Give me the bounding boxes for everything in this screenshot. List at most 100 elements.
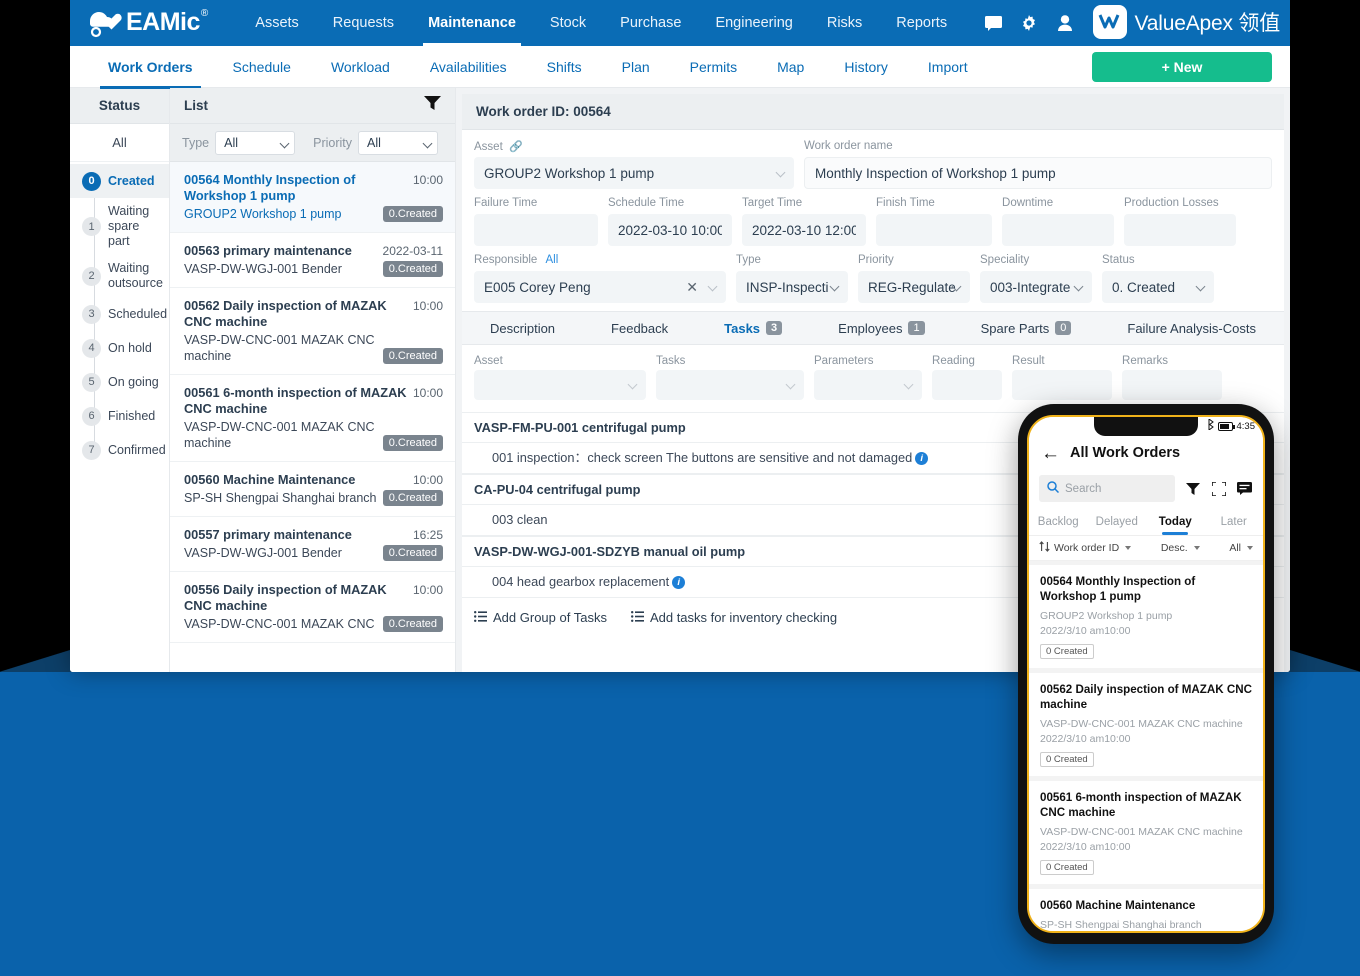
message-icon[interactable] <box>1236 480 1253 497</box>
status-item-finished[interactable]: 6 Finished <box>70 399 169 433</box>
list-item[interactable]: 00562 Daily inspection of MAZAK CNC mach… <box>1029 673 1263 776</box>
external-link-icon[interactable]: 🔗 <box>509 141 523 153</box>
nav-stock[interactable]: Stock <box>533 0 603 46</box>
phone-sort-direction[interactable]: Desc. <box>1161 542 1188 554</box>
user-icon[interactable] <box>1056 14 1074 32</box>
nav-assets[interactable]: Assets <box>238 0 316 46</box>
list-item[interactable]: 00564 Monthly Inspection of Workshop 1 p… <box>170 162 456 233</box>
status-filter-all[interactable]: All <box>70 124 169 162</box>
phone-work-order-list[interactable]: 00564 Monthly Inspection of Workshop 1 p… <box>1029 561 1263 931</box>
status-item-scheduled[interactable]: 3 Scheduled <box>70 297 169 331</box>
work-order-title: 00560 Machine Maintenance <box>184 472 356 487</box>
add-group-of-tasks-button[interactable]: Add Group of Tasks <box>474 610 607 625</box>
finish-time-input[interactable] <box>876 214 993 246</box>
chevron-down-icon[interactable] <box>1125 546 1132 550</box>
subnav-history[interactable]: History <box>824 46 908 88</box>
task-filter-tasks-select[interactable] <box>656 370 805 400</box>
work-order-name-input[interactable] <box>804 157 1272 189</box>
phone-tab-backlog[interactable]: Backlog <box>1029 510 1088 535</box>
subnav-map[interactable]: Map <box>757 46 824 88</box>
status-item-on-going[interactable]: 5 On going <box>70 365 169 399</box>
status-item-waiting-spare-part[interactable]: 1 Waiting spare part <box>70 198 169 255</box>
target-time-input[interactable] <box>742 214 867 246</box>
clear-icon[interactable]: ✕ <box>686 279 698 296</box>
priority-select[interactable] <box>858 271 971 303</box>
tab-tasks[interactable]: Tasks 3 <box>696 311 810 345</box>
status-item-on-hold[interactable]: 4 On hold <box>70 331 169 365</box>
phone-tab-later[interactable]: Later <box>1205 510 1264 535</box>
tab-spare-parts[interactable]: Spare Parts 0 <box>953 311 1100 345</box>
info-icon[interactable]: i <box>672 576 686 590</box>
list-item[interactable]: 00564 Monthly Inspection of Workshop 1 p… <box>1029 565 1263 668</box>
list-item[interactable]: 00562 Daily inspection of MAZAK CNC mach… <box>170 288 456 375</box>
phone-sort-field[interactable]: Work order ID <box>1054 542 1119 554</box>
task-filter-remarks: Remarks <box>1122 355 1223 400</box>
gear-icon[interactable] <box>1020 14 1038 32</box>
chevron-down-icon[interactable] <box>1193 546 1200 550</box>
task-filter-parameters-select[interactable] <box>814 370 923 400</box>
phone-tab-delayed[interactable]: Delayed <box>1088 510 1147 535</box>
subnav-schedule[interactable]: Schedule <box>213 46 311 88</box>
nav-maintenance[interactable]: Maintenance <box>411 0 533 46</box>
phone-tab-today[interactable]: Today <box>1146 510 1205 535</box>
chevron-down-icon[interactable] <box>1247 546 1254 550</box>
nav-purchase[interactable]: Purchase <box>603 0 698 46</box>
status-badge: 0.Created <box>382 490 444 506</box>
nav-risks[interactable]: Risks <box>810 0 879 46</box>
work-order-title: 00557 primary maintenance <box>184 527 352 542</box>
chat-icon[interactable] <box>984 14 1002 32</box>
status-select[interactable] <box>1102 271 1215 303</box>
downtime-input[interactable] <box>1002 214 1115 246</box>
work-order-scroll-area[interactable]: 00564 Monthly Inspection of Workshop 1 p… <box>170 162 456 672</box>
status-item-created[interactable]: 0 Created <box>70 164 169 198</box>
eamic-logo[interactable]: EAMic ® <box>84 8 208 38</box>
subnav-shifts[interactable]: Shifts <box>527 46 602 88</box>
tab-employees[interactable]: Employees 1 <box>810 311 952 345</box>
list-item[interactable]: 00561 6-month inspection of MAZAK CNC ma… <box>170 375 456 462</box>
task-filter-reading-input[interactable] <box>932 370 1003 400</box>
nav-reports[interactable]: Reports <box>879 0 964 46</box>
list-item[interactable]: 00560 Machine Maintenance SP-SH Shengpai… <box>1029 889 1263 931</box>
responsible-all-link[interactable]: All <box>546 254 559 266</box>
priority-filter-select[interactable]: All <box>358 130 439 155</box>
phone-search-input[interactable]: Search <box>1039 475 1175 502</box>
nav-requests[interactable]: Requests <box>316 0 411 46</box>
status-item-waiting-outsource[interactable]: 2 Waiting outsource <box>70 255 169 297</box>
speciality-select[interactable] <box>980 271 1093 303</box>
task-filter-remarks-input[interactable] <box>1122 370 1223 400</box>
list-item[interactable]: 00557 primary maintenance 16:25 VASP-DW-… <box>170 517 456 572</box>
info-icon[interactable]: i <box>915 452 929 466</box>
work-order-title: 00562 Daily inspection of MAZAK CNC mach… <box>184 298 387 329</box>
tab-description[interactable]: Description <box>462 311 583 345</box>
subnav-import[interactable]: Import <box>908 46 988 88</box>
back-arrow-icon[interactable]: ← <box>1041 444 1060 463</box>
subnav-plan[interactable]: Plan <box>602 46 670 88</box>
task-filter-result-input[interactable] <box>1012 370 1113 400</box>
task-filter-asset-select[interactable] <box>474 370 647 400</box>
subnav-work-orders[interactable]: Work Orders <box>88 46 213 89</box>
status-item-confirmed[interactable]: 7 Confirmed <box>70 433 169 467</box>
schedule-time-input[interactable] <box>608 214 733 246</box>
tab-feedback[interactable]: Feedback <box>583 311 696 345</box>
production-losses-input[interactable] <box>1124 214 1237 246</box>
failure-time-input[interactable] <box>474 214 599 246</box>
tab-failure-analysis-costs[interactable]: Failure Analysis-Costs <box>1099 311 1284 345</box>
list-item[interactable]: 00560 Machine Maintenance 10:00 SP-SH Sh… <box>170 462 456 517</box>
list-item[interactable]: 00563 primary maintenance 2022-03-11 VAS… <box>170 233 456 288</box>
add-tasks-inventory-checking-button[interactable]: Add tasks for inventory checking <box>630 610 837 625</box>
type-filter-select[interactable]: All <box>215 130 296 155</box>
asset-input[interactable] <box>474 157 795 189</box>
type-select[interactable] <box>736 271 849 303</box>
list-item[interactable]: 00556 Daily inspection of MAZAK CNC mach… <box>170 572 456 643</box>
scan-icon[interactable] <box>1210 480 1227 497</box>
filter-icon[interactable] <box>424 96 442 115</box>
subnav-availabilities[interactable]: Availabilities <box>410 46 527 88</box>
nav-engineering[interactable]: Engineering <box>698 0 809 46</box>
list-item[interactable]: 00561 6-month inspection of MAZAK CNC ma… <box>1029 781 1263 884</box>
filter-icon[interactable] <box>1184 480 1201 497</box>
subnav-workload[interactable]: Workload <box>311 46 410 88</box>
phone-sort-bar: Work order ID Desc. All <box>1029 536 1263 561</box>
phone-sort-filter[interactable]: All <box>1229 542 1241 554</box>
subnav-permits[interactable]: Permits <box>670 46 757 88</box>
new-work-order-button[interactable]: + New <box>1092 52 1272 82</box>
